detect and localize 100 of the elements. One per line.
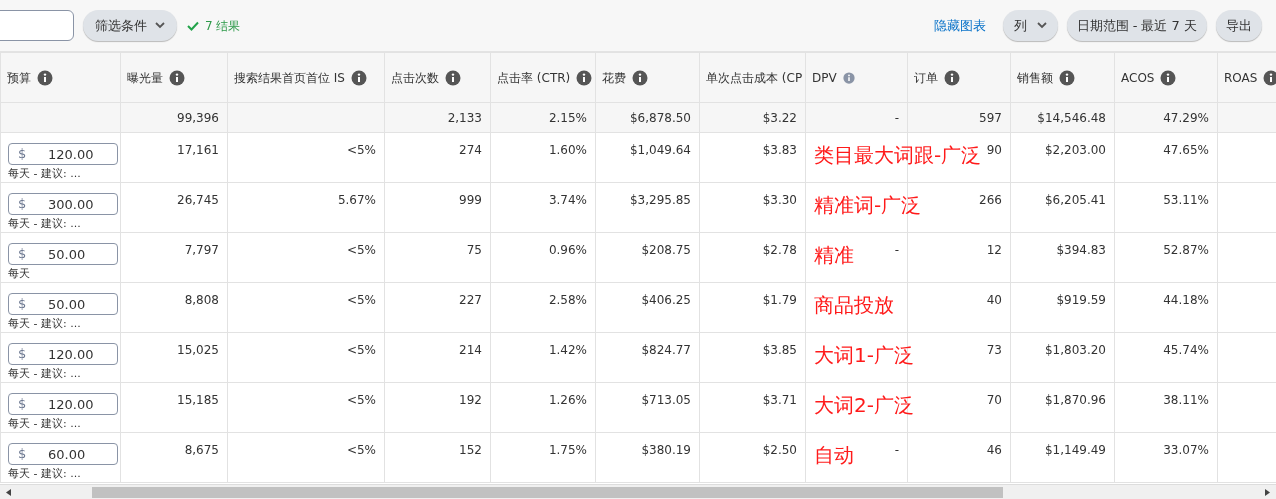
table-cell: 73 — [986, 343, 1002, 357]
table-cell: <5% — [346, 143, 376, 157]
columns-button[interactable]: 列 — [1002, 10, 1058, 41]
total-cell: - — [894, 110, 899, 125]
table-cell: 1.42% — [548, 343, 587, 357]
table-cell: 192 — [459, 393, 482, 407]
table-cell: 227 — [459, 293, 482, 307]
table-cell: $3.85 — [762, 343, 797, 357]
annotation-text: 类目最大词跟-广泛 — [814, 143, 982, 167]
annotation-text: 精准词-广泛 — [814, 193, 922, 217]
total-cell: 2.15% — [548, 110, 587, 125]
column-header[interactable]: DPV — [812, 68, 837, 87]
column-header[interactable]: 花费 — [602, 68, 626, 87]
table-cell: <5% — [346, 393, 376, 407]
currency-symbol: $ — [18, 345, 27, 363]
table-cell: <5% — [346, 343, 376, 357]
table-cell: 1.60% — [548, 143, 587, 157]
info-icon[interactable] — [37, 69, 53, 86]
table-cell: $1.79 — [762, 293, 797, 307]
annotation-text: 商品投放 — [814, 293, 894, 317]
table-cell: 90 — [986, 143, 1002, 157]
info-icon[interactable] — [944, 69, 960, 86]
table-cell: <5% — [346, 293, 376, 307]
info-icon[interactable] — [1160, 69, 1177, 86]
export-button[interactable]: 导出 — [1216, 10, 1262, 41]
table-cell: 0.96% — [548, 243, 587, 257]
currency-symbol: $ — [18, 295, 27, 313]
budget-note: 每天 - 建议: ... — [8, 367, 81, 381]
info-icon[interactable] — [632, 69, 648, 86]
info-icon[interactable] — [169, 69, 185, 86]
currency-symbol: $ — [18, 245, 27, 263]
table-cell: 8,675 — [184, 443, 219, 457]
column-header[interactable]: 销售额 — [1017, 68, 1053, 87]
table-cell: 46 — [986, 443, 1002, 457]
currency-symbol: $ — [18, 445, 27, 463]
budget-note: 每天 - 建议: ... — [8, 167, 81, 181]
info-icon[interactable] — [445, 69, 461, 86]
budget-note: 每天 - 建议: ... — [8, 467, 81, 481]
column-header[interactable]: 曝光量 — [127, 68, 163, 87]
table-cell: 2.58% — [548, 293, 587, 307]
table-cell: $1,870.96 — [1044, 393, 1106, 407]
hide-chart-link[interactable]: 隐藏图表 — [933, 15, 986, 36]
table-cell: 15,185 — [177, 393, 219, 407]
column-header[interactable]: 预算 — [7, 68, 31, 87]
table-cell: $2.50 — [762, 443, 797, 457]
horizontal-scrollbar[interactable] — [0, 484, 1276, 499]
table-cell: 152 — [459, 443, 482, 457]
table-cell: 7,797 — [184, 243, 219, 257]
table-cell: $824.77 — [641, 343, 691, 357]
table-cell: <5% — [346, 243, 376, 257]
table-cell: $1,803.20 — [1044, 343, 1106, 357]
table-cell: 1.26% — [548, 393, 587, 407]
table-cell: $380.19 — [641, 443, 691, 457]
budget-note: 每天 — [8, 267, 30, 281]
column-header[interactable]: 订单 — [914, 68, 938, 87]
table-cell: 52.87% — [1163, 243, 1209, 257]
total-cell: $3.22 — [762, 110, 797, 125]
column-header[interactable]: ACOS — [1121, 68, 1155, 87]
table-cell: $1,149.49 — [1044, 443, 1106, 457]
table-cell: $713.05 — [641, 393, 691, 407]
table-cell: 40 — [986, 293, 1002, 307]
arrow-left-icon[interactable] — [6, 489, 11, 496]
table-cell: $1,049.64 — [629, 143, 691, 157]
info-icon[interactable] — [1059, 69, 1075, 86]
table-cell: 38.11% — [1163, 393, 1209, 407]
currency-symbol: $ — [18, 195, 27, 213]
table-cell: 5.67% — [337, 193, 376, 207]
table-cell: - — [894, 443, 899, 457]
info-icon[interactable] — [1263, 69, 1276, 86]
table-cell: 17,161 — [177, 143, 219, 157]
total-cell: 99,396 — [177, 110, 219, 125]
table-cell: 15,025 — [177, 343, 219, 357]
search-field[interactable] — [0, 10, 74, 41]
table-cell: $406.25 — [641, 293, 691, 307]
table-cell: 266 — [979, 193, 1002, 207]
scrollbar-thumb[interactable] — [92, 487, 1003, 498]
chevron-down-icon — [1036, 22, 1047, 29]
table-cell: <5% — [346, 443, 376, 457]
table-cell: 45.74% — [1163, 343, 1209, 357]
table-cell: $3,295.85 — [629, 193, 691, 207]
table-cell: $2.78 — [762, 243, 797, 257]
table-cell: 999 — [459, 193, 482, 207]
arrow-right-icon[interactable] — [1265, 489, 1270, 496]
filter-button[interactable]: 筛选条件 — [83, 10, 177, 41]
info-icon[interactable] — [576, 69, 593, 86]
column-header[interactable]: 点击次数 — [391, 68, 439, 87]
total-cell: 2,133 — [447, 110, 482, 125]
table-cell: 33.07% — [1163, 443, 1209, 457]
table-cell: 8,808 — [184, 293, 219, 307]
table-cell: 214 — [459, 343, 482, 357]
table-cell: $208.75 — [641, 243, 691, 257]
table-cell: 44.18% — [1163, 293, 1209, 307]
table-cell: $3.83 — [762, 143, 797, 157]
budget-note: 每天 - 建议: ... — [8, 417, 81, 431]
currency-symbol: $ — [18, 145, 27, 163]
table-cell: 70 — [986, 393, 1002, 407]
date-range-button[interactable]: 日期范围 - 最近 7 天 — [1066, 10, 1207, 41]
budget-note: 每天 - 建议: ... — [8, 217, 81, 231]
info-icon[interactable] — [351, 69, 367, 86]
chevron-down-icon — [155, 22, 165, 29]
